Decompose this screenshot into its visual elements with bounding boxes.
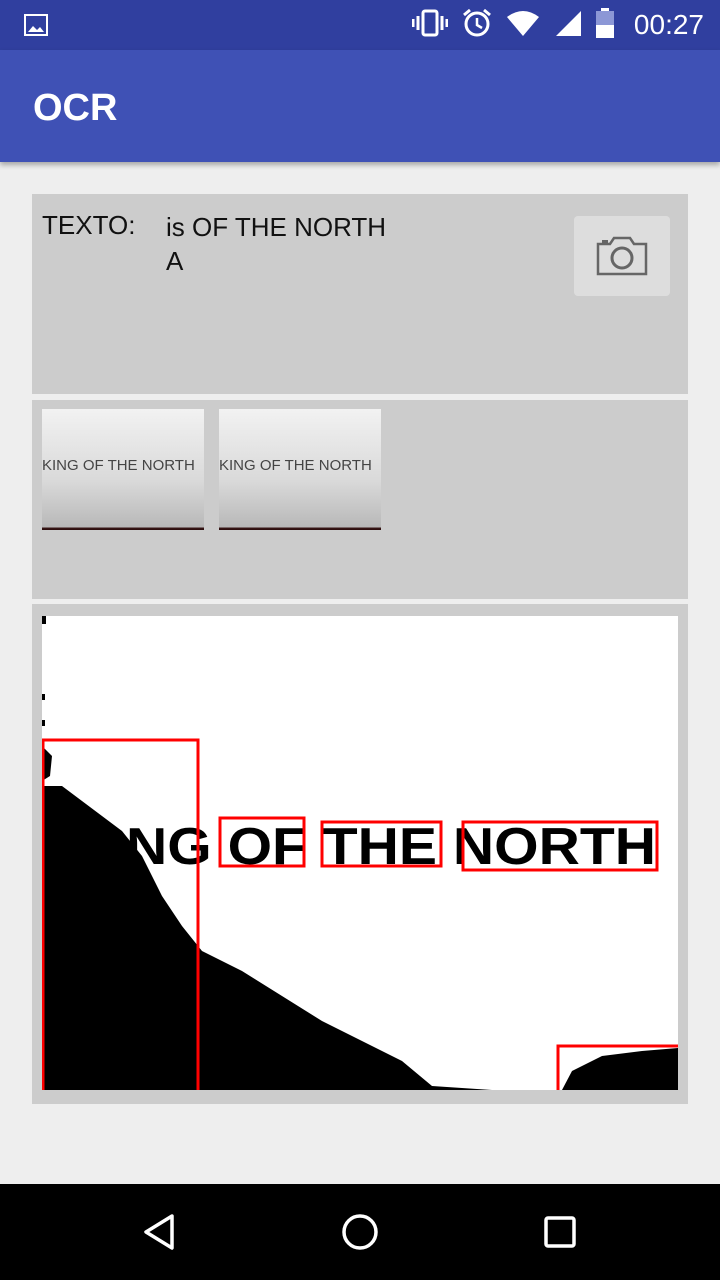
navigation-bar bbox=[0, 1184, 720, 1280]
home-button[interactable] bbox=[336, 1208, 384, 1256]
ocr-result-line-2: A bbox=[166, 246, 184, 276]
alarm-icon bbox=[462, 8, 492, 43]
binarized-image: NG OF THE NORTH bbox=[42, 616, 678, 1090]
ocr-result-line-1: is OF THE NORTH bbox=[166, 212, 387, 242]
app-title: OCR bbox=[33, 87, 118, 129]
battery-icon bbox=[595, 7, 614, 43]
status-time: 00:27 bbox=[633, 9, 704, 40]
thumbnails-panel: KING OF THE NORTH KING OF THE NORTH bbox=[32, 400, 688, 599]
ocr-result-text: is OF THE NORTH A bbox=[166, 210, 386, 278]
signal-icon bbox=[554, 9, 582, 42]
recents-icon bbox=[544, 1216, 576, 1248]
thumbnail-text: KING OF THE NORTH bbox=[219, 457, 372, 474]
thumbnail-original[interactable]: KING OF THE NORTH bbox=[42, 409, 204, 530]
back-icon bbox=[144, 1214, 174, 1250]
texto-label: TEXTO: bbox=[42, 210, 136, 240]
wifi-icon bbox=[506, 9, 540, 42]
thumbnail-text: KING OF THE NORTH bbox=[42, 457, 195, 474]
ocr-text-panel: TEXTO: is OF THE NORTH A bbox=[32, 194, 688, 394]
back-button[interactable] bbox=[136, 1208, 184, 1256]
thumbnail-processed[interactable]: KING OF THE NORTH bbox=[219, 409, 381, 530]
camera-button[interactable] bbox=[574, 216, 670, 296]
home-icon bbox=[342, 1214, 378, 1250]
camera-icon bbox=[596, 236, 648, 276]
recents-button[interactable] bbox=[536, 1208, 584, 1256]
gallery-icon bbox=[24, 13, 48, 42]
vibrate-icon bbox=[411, 8, 449, 43]
status-bar: 00:27 bbox=[0, 0, 720, 50]
app-bar: OCR bbox=[0, 50, 720, 162]
result-panel: NG OF THE NORTH bbox=[32, 604, 688, 1104]
